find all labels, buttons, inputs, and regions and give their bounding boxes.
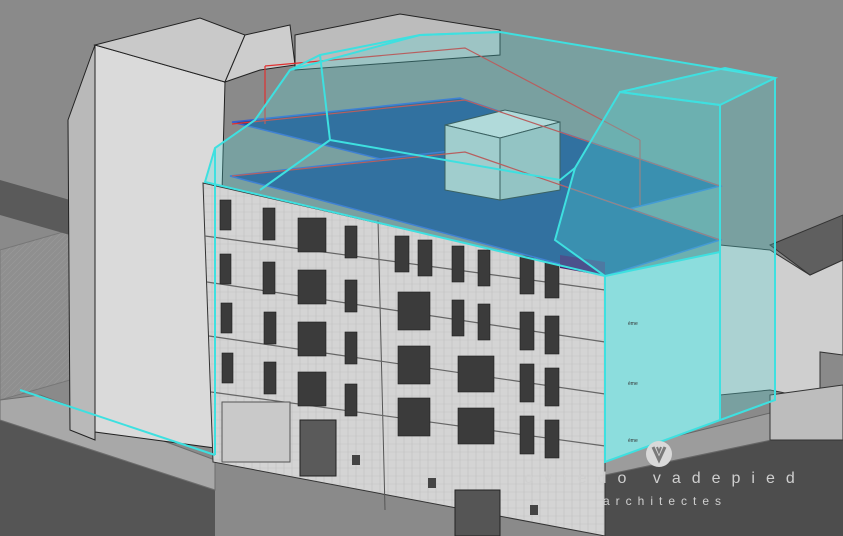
architectural-3d-model: ème ème ème xyxy=(0,0,843,536)
street-plan xyxy=(0,229,71,401)
neighbour-low-block xyxy=(769,384,843,441)
svg-text:ème: ème xyxy=(628,321,638,327)
svg-text:ème: ème xyxy=(628,381,638,387)
svg-text:ème: ème xyxy=(628,438,638,444)
